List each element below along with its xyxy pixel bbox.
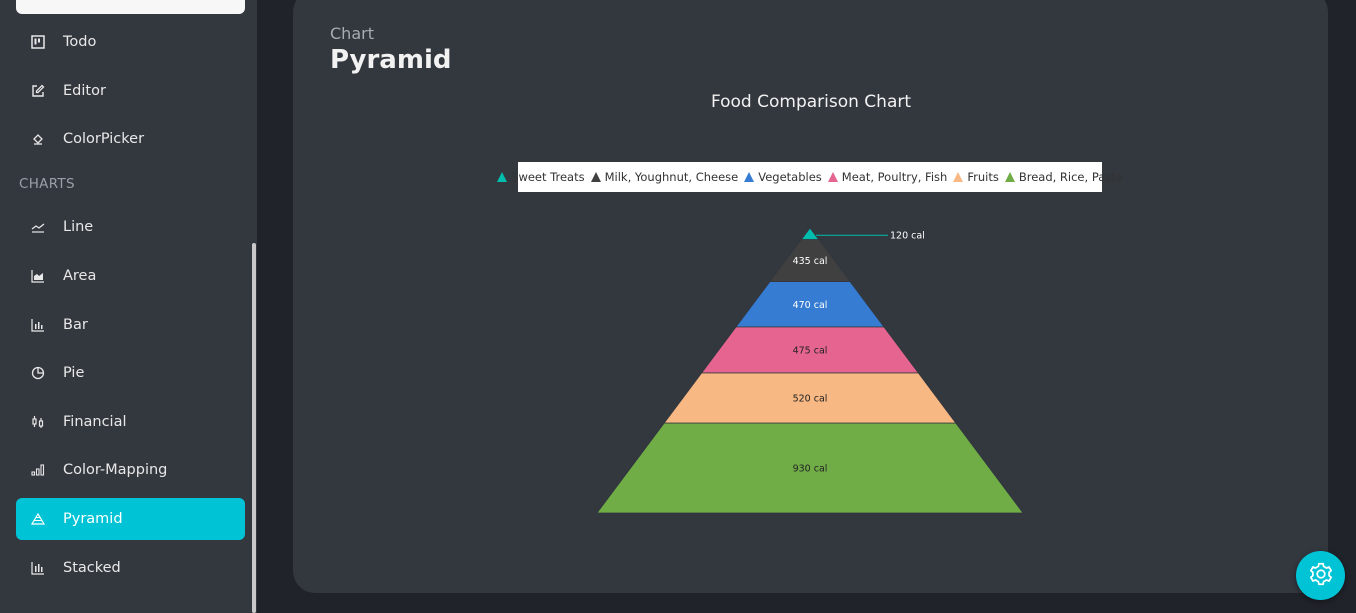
sidebar-item-financial[interactable]: Financial [16, 401, 245, 443]
color-mapping-icon [30, 462, 46, 478]
sidebar-item-label: Color-Mapping [63, 462, 168, 478]
sidebar-item-label: Pyramid [63, 511, 123, 527]
legend-label: Milk, Youghnut, Cheese [604, 170, 739, 184]
legend-marker [497, 172, 508, 182]
segment-label: 470 cal [793, 300, 828, 311]
sidebar-item-bar[interactable]: Bar [16, 304, 245, 346]
paint-bucket-icon [30, 131, 46, 147]
legend-item[interactable]: Sweet Treats [497, 170, 585, 184]
legend-marker [590, 172, 601, 182]
legend-item[interactable]: Milk, Youghnut, Cheese [590, 170, 739, 184]
sidebar-item-label: Line [63, 219, 94, 235]
legend-item[interactable]: Meat, Poultry, Fish [827, 170, 948, 184]
legend-label: Sweet Treats [511, 170, 585, 184]
pyramid-icon [30, 511, 46, 527]
kanban-icon [30, 34, 46, 50]
sidebar-item-color-mapping[interactable]: Color-Mapping [16, 449, 245, 491]
sidebar: Todo Editor ColorPicker CHARTS Line Area… [0, 0, 257, 613]
pyramid-chart: 120 cal 435 cal 470 cal 475 cal 520 cal 930 c… [596, 227, 1024, 514]
sidebar-item-label: ColorPicker [63, 131, 145, 147]
sidebar-item-stacked[interactable]: Stacked [16, 547, 245, 589]
segment-label: 435 cal [793, 256, 828, 267]
sidebar-item-editor[interactable]: Editor [16, 70, 245, 112]
segment-label: 520 cal [793, 394, 828, 405]
page-title: Pyramid [330, 45, 452, 75]
legend-marker [1004, 172, 1015, 182]
area-chart-icon [30, 268, 46, 284]
legend-label: Meat, Poultry, Fish [841, 170, 948, 184]
segment-label: 475 cal [793, 345, 828, 356]
legend-marker [744, 172, 755, 182]
sidebar-item-label: Financial [63, 414, 127, 430]
sidebar-item-label: Bar [63, 317, 88, 333]
legend-item[interactable]: Fruits [953, 170, 999, 184]
sidebar-item-label: Editor [63, 83, 106, 99]
legend-item[interactable]: Bread, Rice, Pasta [1004, 170, 1123, 184]
legend-marker [827, 172, 838, 182]
sidebar-item-label: Area [63, 268, 97, 284]
segment-label: 930 cal [793, 464, 828, 475]
gear-icon [1308, 561, 1334, 591]
sidebar-section-title: CHARTS [19, 176, 75, 192]
sidebar-item-area[interactable]: Area [16, 255, 245, 297]
settings-button[interactable] [1296, 551, 1345, 600]
sidebar-item-label: Pie [63, 365, 85, 381]
bar-chart-icon [30, 317, 46, 333]
sidebar-search-box[interactable] [16, 0, 245, 14]
line-chart-icon [30, 219, 46, 235]
legend-label: Bread, Rice, Pasta [1018, 170, 1123, 184]
sidebar-item-pie[interactable]: Pie [16, 352, 245, 394]
sidebar-scrollbar[interactable] [252, 243, 256, 613]
sidebar-item-line[interactable]: Line [16, 206, 245, 248]
stacked-chart-icon [30, 560, 46, 576]
sidebar-item-label: Todo [63, 34, 97, 50]
sidebar-item-pyramid[interactable]: Pyramid [16, 498, 245, 540]
segment-label: 120 cal [890, 231, 925, 242]
legend-marker [953, 172, 964, 182]
edit-icon [30, 83, 46, 99]
legend-label: Vegetables [758, 170, 822, 184]
chart-title: Food Comparison Chart [710, 92, 912, 112]
legend-item[interactable]: Vegetables [744, 170, 822, 184]
chart-legend: Sweet Treats Milk, Youghnut, Cheese Vegeta… [497, 162, 1123, 192]
candlestick-icon [30, 414, 46, 430]
breadcrumb: Chart [330, 24, 374, 43]
pyramid-segment[interactable] [800, 227, 820, 240]
sidebar-item-colorpicker[interactable]: ColorPicker [16, 118, 245, 160]
sidebar-item-label: Stacked [63, 560, 121, 576]
pie-chart-icon [30, 365, 46, 381]
sidebar-item-todo[interactable]: Todo [16, 21, 245, 63]
legend-label: Fruits [967, 170, 999, 184]
